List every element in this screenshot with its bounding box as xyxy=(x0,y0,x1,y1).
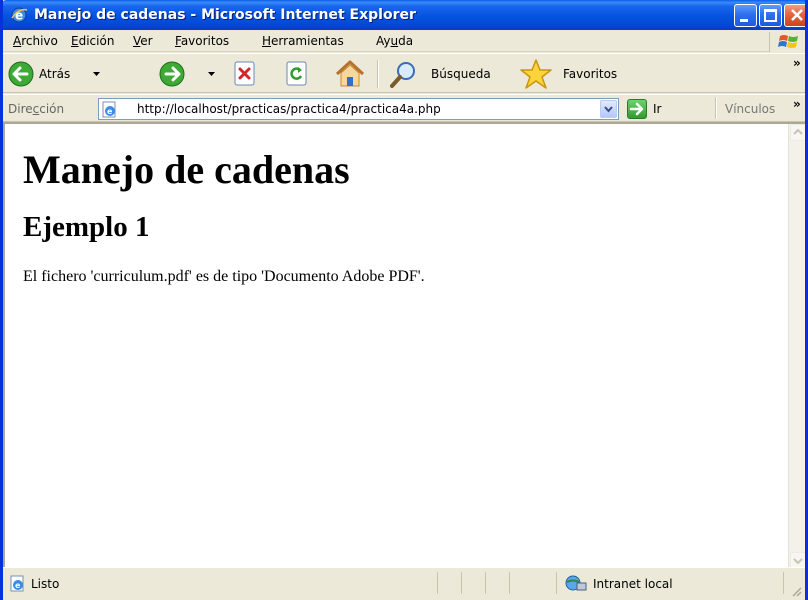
favorites-label: Favoritos xyxy=(563,67,618,81)
page-viewport: Manejo de cadenas Ejemplo 1 El fichero '… xyxy=(3,122,805,567)
favorites-button[interactable]: Favoritos xyxy=(519,54,639,94)
search-label: Búsqueda xyxy=(431,67,491,81)
scroll-down-icon xyxy=(793,558,803,565)
resize-grip-icon[interactable] xyxy=(791,586,803,598)
home-icon xyxy=(335,60,365,87)
back-button[interactable]: Atrás xyxy=(7,54,102,94)
standard-toolbar: Atrás Búsqueda Favoritos » xyxy=(3,53,805,93)
status-divider xyxy=(783,572,784,594)
links-separator xyxy=(715,97,717,119)
svg-text:e: e xyxy=(15,581,21,590)
status-divider xyxy=(556,572,557,594)
menu-favoritos[interactable]: Favoritos xyxy=(175,34,229,48)
page-heading: Manejo de cadenas xyxy=(23,147,350,192)
close-icon xyxy=(791,9,803,21)
search-icon xyxy=(390,62,415,88)
scroll-up-button[interactable] xyxy=(790,124,805,141)
menu-edicion[interactable]: Edición xyxy=(71,34,114,48)
refresh-button[interactable] xyxy=(285,54,311,94)
page-icon: e xyxy=(102,101,116,118)
links-button[interactable]: Vínculos xyxy=(725,102,775,116)
forward-arrow-icon xyxy=(159,61,185,87)
menu-ver[interactable]: Ver xyxy=(133,34,153,48)
page-subheading: Ejemplo 1 xyxy=(23,211,150,243)
address-input[interactable]: e http://localhost/practicas/practica4/p… xyxy=(98,98,619,120)
back-label: Atrás xyxy=(39,67,71,81)
windows-logo xyxy=(769,32,805,52)
status-divider xyxy=(437,572,438,594)
status-divider xyxy=(485,572,486,594)
maximize-icon xyxy=(764,9,777,22)
search-button[interactable]: Búsqueda xyxy=(389,54,507,94)
address-url: http://localhost/practicas/practica4/pra… xyxy=(137,102,441,116)
go-button[interactable] xyxy=(627,99,647,119)
maximize-button[interactable] xyxy=(759,4,782,27)
toolbar-overflow-chevron[interactable]: » xyxy=(793,56,801,70)
svg-text:e: e xyxy=(107,107,113,116)
browser-window: e Manejo de cadenas - Microsoft Internet… xyxy=(0,0,808,600)
status-divider xyxy=(509,572,510,594)
scroll-up-icon xyxy=(793,128,803,135)
refresh-icon xyxy=(286,61,307,86)
links-overflow-chevron[interactable]: » xyxy=(793,97,801,111)
back-arrow-icon xyxy=(8,61,34,87)
menu-bar: Archivo Edición Ver Favoritos Herramient… xyxy=(3,30,805,52)
scroll-down-button[interactable] xyxy=(790,552,805,567)
page-status-icon: e xyxy=(10,575,24,592)
vertical-scrollbar[interactable] xyxy=(788,124,805,567)
stop-button[interactable] xyxy=(233,54,259,94)
minimize-button[interactable] xyxy=(734,4,757,27)
forward-dropdown-icon[interactable] xyxy=(208,72,216,78)
minimize-icon xyxy=(740,19,748,22)
menu-archivo[interactable]: Archivo xyxy=(13,34,58,48)
status-bar: e Listo Intranet local xyxy=(3,567,805,600)
go-arrow-icon xyxy=(629,102,644,116)
zone-text: Intranet local xyxy=(593,577,673,591)
page-body: Manejo de cadenas Ejemplo 1 El fichero '… xyxy=(23,124,783,286)
favorites-star-icon xyxy=(520,59,552,89)
window-title: Manejo de cadenas - Microsoft Internet E… xyxy=(34,7,416,23)
address-bar: Dirección e http://localhost/practicas/p… xyxy=(3,94,805,122)
back-dropdown-icon[interactable] xyxy=(93,72,101,78)
status-text: Listo xyxy=(31,577,60,591)
go-label[interactable]: Ir xyxy=(653,102,661,116)
menu-ayuda[interactable]: Ayuda xyxy=(376,34,413,48)
forward-button[interactable] xyxy=(108,54,215,94)
windows-flag-icon xyxy=(778,35,798,48)
address-dropdown-button[interactable] xyxy=(600,100,617,118)
home-button[interactable] xyxy=(333,54,367,94)
status-divider xyxy=(461,572,462,594)
menu-herramientas[interactable]: Herramientas xyxy=(262,34,344,48)
intranet-zone-icon xyxy=(565,575,587,591)
page-paragraph: El fichero 'curriculum.pdf' es de tipo '… xyxy=(23,267,425,285)
title-bar[interactable]: e Manejo de cadenas - Microsoft Internet… xyxy=(3,0,805,30)
toolbar-separator xyxy=(377,60,379,88)
chevron-down-icon xyxy=(604,106,613,113)
close-button[interactable] xyxy=(784,4,805,27)
stop-icon xyxy=(234,61,255,86)
internet-explorer-icon: e xyxy=(11,7,28,23)
address-label: Dirección xyxy=(8,102,65,116)
